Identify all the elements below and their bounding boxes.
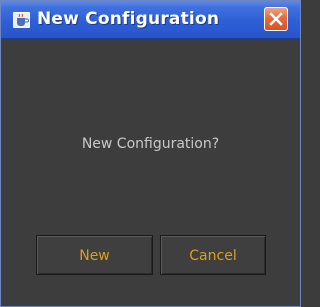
close-button[interactable] bbox=[264, 7, 288, 31]
dialog-message: New Configuration? bbox=[81, 136, 220, 152]
cancel-button[interactable]: Cancel bbox=[160, 235, 266, 275]
window-title: New Configuration bbox=[37, 9, 220, 29]
dialog-window: New Configuration New Configuration? New… bbox=[0, 0, 301, 307]
java-cup-icon bbox=[13, 12, 30, 28]
title-bar[interactable]: New Configuration bbox=[1, 1, 300, 39]
dialog-content: New Configuration? New Cancel bbox=[5, 39, 296, 302]
close-icon bbox=[269, 12, 283, 26]
new-button[interactable]: New bbox=[36, 235, 153, 275]
